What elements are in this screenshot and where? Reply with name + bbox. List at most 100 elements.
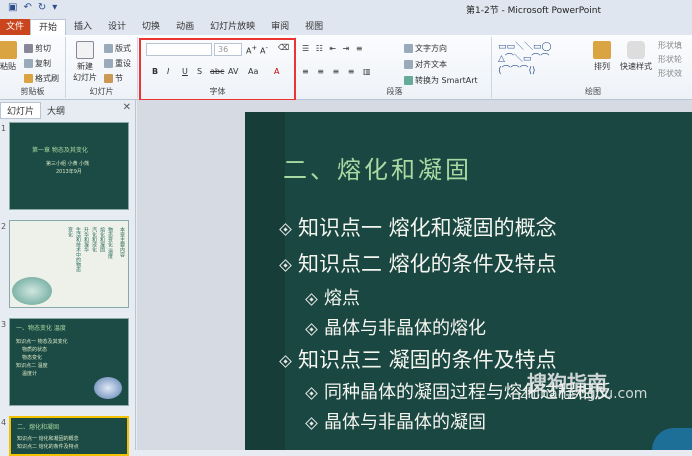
thumb-line: 生活和技术中的物态 [75, 227, 81, 272]
shapes-gallery[interactable]: ▭▭＼＼▭◯ △⌒＼▭⌒⌒ ⟨⌒⌒⌒⟨⟩ [498, 41, 552, 77]
paragraph-group: ☰ ☷ ⇤ ⇥ ≡ 文字方向 对齐文本 转换为 SmartArt ≡ ≡ ≡ ≡… [298, 37, 492, 98]
thumb-line: 升华和凝华 [83, 227, 89, 252]
clipboard-label: 剪贴板 [20, 87, 45, 96]
shape-fill-button[interactable]: 形状填 [658, 40, 682, 51]
thumb-line: 熔化和凝固 [99, 227, 105, 252]
diamond-bullet-icon [279, 222, 292, 236]
thumb-line: 知识点一 熔化和凝固的概念 [17, 436, 79, 442]
quick-styles-icon [627, 41, 645, 59]
reset-icon [104, 59, 113, 68]
text-direction-icon [404, 44, 413, 53]
tab-insert[interactable]: 插入 [66, 19, 100, 35]
shape-effects-button[interactable]: 形状效 [658, 68, 682, 79]
slide-side-bar [245, 112, 285, 450]
thumb-line: 变化 [67, 227, 73, 237]
new-slide-button[interactable]: 新建 幻灯片 [70, 41, 100, 83]
slide-thumbnail-1[interactable]: 第一章 物态及其变化 第三小组 小黄 小熊 2013年9月 [9, 122, 129, 210]
thumb-line: 物质的状态 [22, 347, 48, 353]
align-buttons[interactable]: ≡ ≡ ≡ ≡ ▥ [302, 67, 374, 76]
undo-icon[interactable]: ↶ [23, 2, 31, 13]
slides-group: 新建 幻灯片 版式 重设 节 幻灯片 [66, 37, 138, 98]
customize-qat-icon[interactable]: ▾ [52, 2, 57, 13]
copy-icon [24, 59, 33, 68]
convert-smartart-button[interactable]: 转换为 SmartArt [404, 75, 478, 86]
section-button[interactable]: 节 [104, 73, 123, 84]
slide-bullet[interactable]: 知识点一 熔化和凝固的概念 [279, 212, 557, 242]
quick-styles-button[interactable]: 快速样式 [618, 41, 654, 72]
slide-sub-bullet[interactable]: 熔点 [305, 284, 360, 310]
ribbon: 粘贴 剪切 复制 格式刷 剪贴板 新建 幻灯片 版式 重设 节 幻灯片 36 A… [0, 35, 692, 100]
tab-slides[interactable]: 幻灯片 [0, 101, 42, 119]
watermark-url: zhinan.sogou.com [520, 386, 648, 402]
thumb-number: 3 [1, 320, 7, 329]
corner-decoration [652, 428, 692, 450]
tab-animations[interactable]: 动画 [168, 19, 202, 35]
clipboard-group: 粘贴 剪切 复制 格式刷 剪贴板 [0, 37, 66, 98]
paste-icon [0, 41, 17, 59]
new-slide-icon [76, 41, 94, 59]
smartart-icon [404, 76, 413, 85]
thumb-line: 汽化和液化 [91, 227, 97, 252]
paragraph-label: 段落 [386, 87, 403, 96]
slide-sub-bullet[interactable]: 晶体与非晶体的凝固 [305, 408, 486, 434]
pane-tabs: 幻灯片 大纲 [0, 101, 136, 119]
tab-transitions[interactable]: 切换 [134, 19, 168, 35]
thumb-line: 本章主要内容 [119, 227, 125, 257]
thumb-date: 2013年9月 [56, 169, 82, 175]
redo-icon[interactable]: ↻ [38, 2, 46, 13]
tab-slideshow[interactable]: 幻灯片放映 [202, 19, 263, 35]
text-direction-button[interactable]: 文字方向 [404, 43, 447, 54]
diamond-bullet-icon [279, 354, 292, 368]
scissors-icon [24, 44, 33, 53]
copy-button[interactable]: 复制 [24, 58, 51, 69]
diamond-bullet-icon [305, 386, 318, 400]
brush-icon [24, 74, 33, 83]
thumb-line: 知识点一 物态及其变化 [16, 339, 68, 345]
slide-bullet[interactable]: 知识点二 熔化的条件及特点 [279, 248, 557, 278]
slide-bullet[interactable]: 知识点三 凝固的条件及特点 [279, 344, 557, 374]
shape-outline-button[interactable]: 形状轮 [658, 54, 682, 65]
diamond-bullet-icon [305, 416, 318, 430]
thumb-line: 知识点二 温度 [16, 363, 48, 369]
align-text-button[interactable]: 对齐文本 [404, 59, 447, 70]
reset-button[interactable]: 重设 [104, 58, 131, 69]
close-icon[interactable]: ✕ [123, 102, 131, 113]
format-painter-button[interactable]: 格式刷 [24, 73, 59, 84]
thumb-number: 4 [1, 418, 7, 427]
tab-review[interactable]: 审阅 [263, 19, 297, 35]
thumb-line: 温度计 [22, 371, 38, 377]
slide-thumbnail-pane: 幻灯片 大纲 ✕ 1 第一章 物态及其变化 第三小组 小黄 小熊 2013年9月… [0, 100, 136, 456]
slide-thumbnail-2[interactable]: 本章主要内容 物态变化 温度 熔化和凝固 汽化和液化 升华和凝华 生活和技术中的… [9, 220, 129, 308]
paste-button[interactable]: 粘贴 [0, 41, 18, 72]
slide-title[interactable]: 二、熔化和凝固 [283, 150, 472, 185]
list-buttons[interactable]: ☰ ☷ ⇤ ⇥ ≡ [302, 44, 365, 53]
tab-outline[interactable]: 大纲 [41, 103, 71, 118]
tab-view[interactable]: 视图 [297, 19, 331, 35]
drawing-label: 绘图 [585, 87, 601, 96]
layout-icon [104, 44, 113, 53]
title-bar: ▣ ↶ ↻ ▾ 第1-2节 - Microsoft PowerPoint [0, 0, 692, 18]
drawing-group: ▭▭＼＼▭◯ △⌒＼▭⌒⌒ ⟨⌒⌒⌒⟨⟩ 排列 快速样式 形状填 形状轮 形状效 绘… [494, 37, 692, 98]
tab-file[interactable]: 文件 [0, 19, 30, 35]
arrange-button[interactable]: 排列 [590, 41, 614, 72]
arrange-icon [593, 41, 611, 59]
jade-decoration-image [12, 277, 52, 305]
window-title: 第1-2节 - Microsoft PowerPoint [466, 6, 602, 16]
tab-home[interactable]: 开始 [30, 19, 67, 35]
save-icon[interactable]: ▣ [8, 2, 17, 13]
section-icon [104, 74, 113, 83]
diamond-bullet-icon [305, 322, 318, 336]
slide-sub-bullet[interactable]: 晶体与非晶体的熔化 [305, 314, 486, 340]
ribbon-tabs: 文件 开始 插入 设计 切换 动画 幻灯片放映 审阅 视图 [0, 18, 692, 35]
slide-thumbnail-4-selected[interactable]: 二、熔化和凝固 知识点一 熔化和凝固的概念 知识点二 熔化的条件及特点 [9, 416, 129, 456]
tab-design[interactable]: 设计 [100, 19, 134, 35]
cut-button[interactable]: 剪切 [24, 43, 51, 54]
quick-access-toolbar: ▣ ↶ ↻ ▾ [8, 2, 57, 13]
thumb-subtitle: 第三小组 小黄 小熊 [46, 161, 90, 167]
slide-thumbnail-3[interactable]: 一、物态变化 温度 知识点一 物态及其变化 物质的状态 物态变化 知识点二 温度… [9, 318, 129, 406]
thumb-title: 二、熔化和凝固 [17, 424, 60, 431]
layout-button[interactable]: 版式 [104, 43, 131, 54]
thumb-number: 1 [1, 124, 7, 133]
slides-label: 幻灯片 [89, 87, 114, 96]
diamond-bullet-icon [279, 258, 292, 272]
